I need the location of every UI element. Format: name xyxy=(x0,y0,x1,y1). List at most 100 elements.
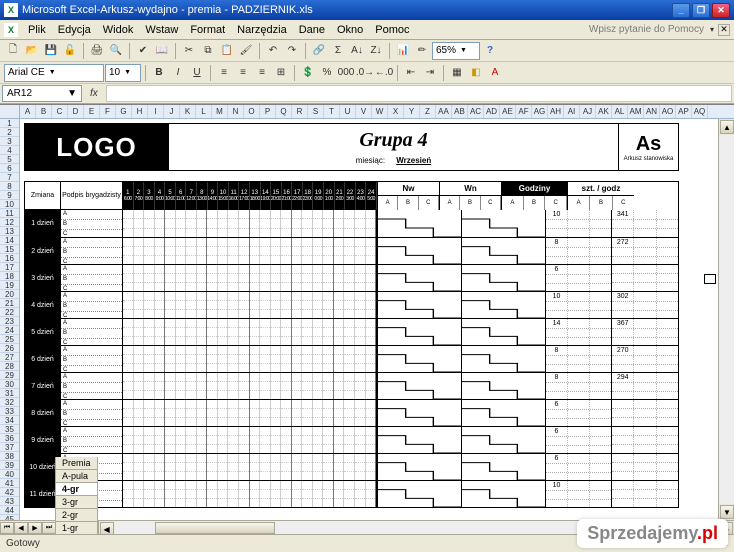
tab-nav-last-icon[interactable]: ⏭ xyxy=(42,522,56,534)
column-header[interactable]: C xyxy=(52,105,68,118)
row-header[interactable]: 26 xyxy=(0,344,19,353)
align-center-icon[interactable]: ≡ xyxy=(234,64,252,82)
column-header[interactable]: AK xyxy=(596,105,612,118)
row-header[interactable]: 10 xyxy=(0,200,19,209)
column-headers[interactable]: ABCDEFGHIJKLMNOPQRSTUVWXYZAAABACADAEAFAG… xyxy=(0,105,734,119)
vertical-scrollbar[interactable]: ▲ ▼ xyxy=(718,119,734,520)
print-preview-icon[interactable]: 🔍 xyxy=(107,42,125,60)
print-icon[interactable]: 🖨 xyxy=(88,42,106,60)
row-header[interactable]: 43 xyxy=(0,497,19,506)
format-painter-icon[interactable]: 🖌 xyxy=(237,42,255,60)
hscroll-thumb[interactable] xyxy=(155,522,275,534)
menu-wstaw[interactable]: Wstaw xyxy=(139,22,184,38)
column-header[interactable]: W xyxy=(372,105,388,118)
row-header[interactable]: 36 xyxy=(0,434,19,443)
paste-icon[interactable]: 📋 xyxy=(218,42,236,60)
sheet-tab[interactable]: 1-gr xyxy=(55,522,98,535)
menu-okno[interactable]: Okno xyxy=(331,22,369,38)
column-header[interactable]: Q xyxy=(276,105,292,118)
row-header[interactable]: 21 xyxy=(0,299,19,308)
column-header[interactable]: P xyxy=(260,105,276,118)
column-header[interactable]: B xyxy=(36,105,52,118)
chart-wizard-icon[interactable]: 📊 xyxy=(394,42,412,60)
column-header[interactable]: AN xyxy=(644,105,660,118)
row-header[interactable]: 38 xyxy=(0,452,19,461)
column-header[interactable]: AD xyxy=(484,105,500,118)
row-header[interactable]: 7 xyxy=(0,173,19,182)
column-header[interactable]: L xyxy=(196,105,212,118)
sheet-tab[interactable]: A-pula xyxy=(55,470,98,483)
row-header[interactable]: 8 xyxy=(0,182,19,191)
save-icon[interactable]: 💾 xyxy=(42,42,60,60)
tab-nav-prev-icon[interactable]: ◀ xyxy=(14,522,28,534)
row-header[interactable]: 9 xyxy=(0,191,19,200)
menu-plik[interactable]: Plik xyxy=(22,22,52,38)
redo-icon[interactable]: ↷ xyxy=(283,42,301,60)
row-header[interactable]: 5 xyxy=(0,155,19,164)
column-header[interactable]: AJ xyxy=(580,105,596,118)
scroll-left-icon[interactable]: ◀ xyxy=(100,522,114,534)
fill-color-icon[interactable]: ◧ xyxy=(467,64,485,82)
increase-decimal-icon[interactable]: .0→ xyxy=(356,64,374,82)
column-header[interactable]: O xyxy=(244,105,260,118)
column-header[interactable]: AQ xyxy=(692,105,708,118)
column-header[interactable]: E xyxy=(84,105,100,118)
decrease-indent-icon[interactable]: ⇤ xyxy=(402,64,420,82)
underline-icon[interactable]: U xyxy=(188,64,206,82)
autosum-icon[interactable]: Σ xyxy=(329,42,347,60)
row-header[interactable]: 42 xyxy=(0,488,19,497)
row-header[interactable]: 31 xyxy=(0,389,19,398)
research-icon[interactable]: 📖 xyxy=(153,42,171,60)
column-header[interactable]: H xyxy=(132,105,148,118)
sheet-canvas[interactable]: LOGO Grupa 4 miesiąc: Wrzesień As Arkusz… xyxy=(20,119,718,520)
row-header[interactable]: 40 xyxy=(0,470,19,479)
cut-icon[interactable]: ✂ xyxy=(180,42,198,60)
row-header[interactable]: 30 xyxy=(0,380,19,389)
font-name-dropdown[interactable]: Arial CE▼ xyxy=(4,64,104,82)
scroll-up-icon[interactable]: ▲ xyxy=(720,120,734,134)
row-header[interactable]: 20 xyxy=(0,290,19,299)
permission-icon[interactable]: 🔓 xyxy=(61,42,79,60)
row-header[interactable]: 23 xyxy=(0,317,19,326)
column-header[interactable]: N xyxy=(228,105,244,118)
column-header[interactable]: I xyxy=(148,105,164,118)
row-header[interactable]: 25 xyxy=(0,335,19,344)
column-header[interactable]: AL xyxy=(612,105,628,118)
column-header[interactable]: V xyxy=(356,105,372,118)
row-header[interactable]: 4 xyxy=(0,146,19,155)
sheet-tab[interactable]: 2-gr xyxy=(55,509,98,522)
row-header[interactable]: 3 xyxy=(0,137,19,146)
align-left-icon[interactable]: ≡ xyxy=(215,64,233,82)
menu-edycja[interactable]: Edycja xyxy=(52,22,97,38)
currency-icon[interactable]: 💲 xyxy=(299,64,317,82)
row-header[interactable]: 35 xyxy=(0,425,19,434)
column-header[interactable]: Z xyxy=(420,105,436,118)
spellcheck-icon[interactable]: ✔ xyxy=(134,42,152,60)
font-size-dropdown[interactable]: 10▼ xyxy=(105,64,141,82)
sort-desc-icon[interactable]: Z↓ xyxy=(367,42,385,60)
column-header[interactable]: U xyxy=(340,105,356,118)
sheet-tab[interactable]: Premia xyxy=(55,457,98,470)
row-header[interactable]: 18 xyxy=(0,272,19,281)
column-header[interactable]: R xyxy=(292,105,308,118)
doc-window-close-button[interactable]: ✕ xyxy=(718,24,730,36)
row-headers[interactable]: 1234567891011121314151617181920212223242… xyxy=(0,119,20,534)
column-header[interactable]: K xyxy=(180,105,196,118)
row-header[interactable]: 41 xyxy=(0,479,19,488)
menu-dane[interactable]: Dane xyxy=(293,22,331,38)
column-header[interactable]: AA xyxy=(436,105,452,118)
open-file-icon[interactable]: 📂 xyxy=(23,42,41,60)
row-header[interactable]: 17 xyxy=(0,263,19,272)
menu-format[interactable]: Format xyxy=(184,22,231,38)
column-header[interactable]: X xyxy=(388,105,404,118)
row-header[interactable]: 11 xyxy=(0,209,19,218)
row-header[interactable]: 6 xyxy=(0,164,19,173)
copy-icon[interactable]: ⧉ xyxy=(199,42,217,60)
scroll-down-icon[interactable]: ▼ xyxy=(720,505,734,519)
row-header[interactable]: 13 xyxy=(0,227,19,236)
row-header[interactable]: 44 xyxy=(0,506,19,515)
column-header[interactable]: AC xyxy=(468,105,484,118)
help-prompt[interactable]: Wpisz pytanie do Pomocy xyxy=(589,24,710,35)
comma-icon[interactable]: 000 xyxy=(337,64,355,82)
row-header[interactable]: 16 xyxy=(0,254,19,263)
